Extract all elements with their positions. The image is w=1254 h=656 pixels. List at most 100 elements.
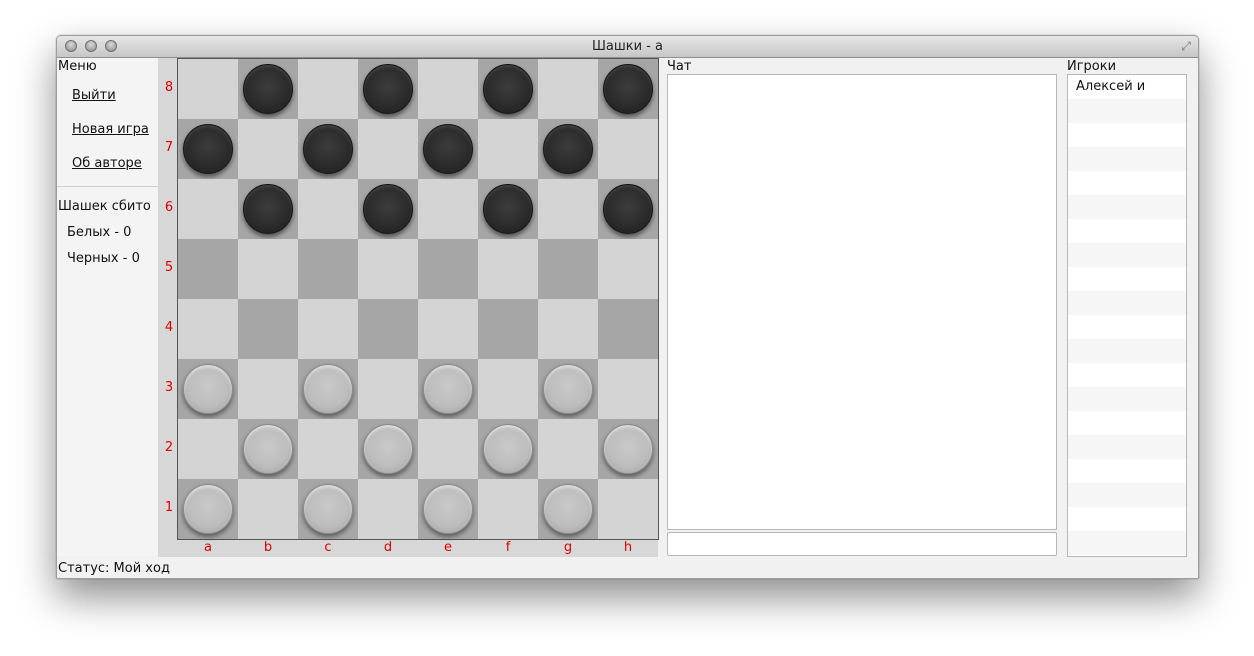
board-square-b2[interactable]: [238, 419, 298, 479]
board-square-h5[interactable]: [598, 239, 658, 299]
black-checker[interactable]: [183, 124, 233, 174]
board-square-g7[interactable]: [538, 119, 598, 179]
white-checker[interactable]: [303, 484, 353, 534]
board-square-b7[interactable]: [238, 119, 298, 179]
white-checker[interactable]: [243, 424, 293, 474]
board-square-b8[interactable]: [238, 59, 298, 119]
white-checker[interactable]: [483, 424, 533, 474]
board-square-g3[interactable]: [538, 359, 598, 419]
about-author-link[interactable]: Об авторе: [72, 156, 142, 171]
board-square-e7[interactable]: [418, 119, 478, 179]
player-row[interactable]: Алексей и: [1068, 75, 1186, 99]
board-square-c7[interactable]: [298, 119, 358, 179]
board-square-d8[interactable]: [358, 59, 418, 119]
black-checker[interactable]: [363, 184, 413, 234]
white-checker[interactable]: [303, 364, 353, 414]
board-square-f5[interactable]: [478, 239, 538, 299]
white-checker[interactable]: [543, 364, 593, 414]
chat-input[interactable]: [667, 532, 1057, 556]
checkers-board[interactable]: [177, 58, 659, 540]
exit-link[interactable]: Выйти: [72, 88, 116, 103]
board-square-b4[interactable]: [238, 299, 298, 359]
board-square-f6[interactable]: [478, 179, 538, 239]
black-checker[interactable]: [483, 184, 533, 234]
black-checker[interactable]: [543, 124, 593, 174]
board-square-d7[interactable]: [358, 119, 418, 179]
board-square-c6[interactable]: [298, 179, 358, 239]
board-square-a7[interactable]: [178, 119, 238, 179]
black-checker[interactable]: [483, 64, 533, 114]
board-square-h2[interactable]: [598, 419, 658, 479]
white-checker[interactable]: [423, 364, 473, 414]
board-square-c3[interactable]: [298, 359, 358, 419]
white-checker[interactable]: [363, 424, 413, 474]
white-checker[interactable]: [183, 484, 233, 534]
board-square-e6[interactable]: [418, 179, 478, 239]
new-game-link[interactable]: Новая игра: [72, 122, 149, 137]
board-square-d2[interactable]: [358, 419, 418, 479]
board-square-c2[interactable]: [298, 419, 358, 479]
board-square-e5[interactable]: [418, 239, 478, 299]
board-square-d3[interactable]: [358, 359, 418, 419]
board-square-f2[interactable]: [478, 419, 538, 479]
white-checker[interactable]: [183, 364, 233, 414]
black-checker[interactable]: [603, 184, 653, 234]
black-checker[interactable]: [303, 124, 353, 174]
black-checker[interactable]: [363, 64, 413, 114]
board-square-f3[interactable]: [478, 359, 538, 419]
board-square-d4[interactable]: [358, 299, 418, 359]
board-square-d6[interactable]: [358, 179, 418, 239]
captured-black: Черных - 0: [67, 251, 140, 266]
black-checker[interactable]: [423, 124, 473, 174]
board-square-c4[interactable]: [298, 299, 358, 359]
white-checker[interactable]: [423, 484, 473, 534]
board-square-b1[interactable]: [238, 479, 298, 539]
board-square-f1[interactable]: [478, 479, 538, 539]
board-square-e2[interactable]: [418, 419, 478, 479]
board-square-h6[interactable]: [598, 179, 658, 239]
board-square-h1[interactable]: [598, 479, 658, 539]
board-square-h4[interactable]: [598, 299, 658, 359]
board-square-b6[interactable]: [238, 179, 298, 239]
board-square-g2[interactable]: [538, 419, 598, 479]
player-row: [1068, 483, 1186, 507]
board-square-e1[interactable]: [418, 479, 478, 539]
black-checker[interactable]: [243, 184, 293, 234]
board-square-g5[interactable]: [538, 239, 598, 299]
board-square-g1[interactable]: [538, 479, 598, 539]
fullscreen-icon[interactable]: ⤢: [1179, 39, 1193, 53]
board-square-f7[interactable]: [478, 119, 538, 179]
board-square-e4[interactable]: [418, 299, 478, 359]
board-square-b5[interactable]: [238, 239, 298, 299]
board-square-d5[interactable]: [358, 239, 418, 299]
board-square-b3[interactable]: [238, 359, 298, 419]
file-label: e: [444, 540, 452, 555]
board-square-f8[interactable]: [478, 59, 538, 119]
board-square-h3[interactable]: [598, 359, 658, 419]
board-square-e3[interactable]: [418, 359, 478, 419]
board-square-h7[interactable]: [598, 119, 658, 179]
white-checker[interactable]: [603, 424, 653, 474]
black-checker[interactable]: [603, 64, 653, 114]
board-square-g4[interactable]: [538, 299, 598, 359]
white-checker[interactable]: [543, 484, 593, 534]
board-square-f4[interactable]: [478, 299, 538, 359]
file-label: a: [204, 540, 212, 555]
board-square-a8[interactable]: [178, 59, 238, 119]
players-list[interactable]: Алексей и: [1067, 74, 1187, 557]
board-square-a4[interactable]: [178, 299, 238, 359]
board-square-a5[interactable]: [178, 239, 238, 299]
board-square-a3[interactable]: [178, 359, 238, 419]
board-square-g6[interactable]: [538, 179, 598, 239]
board-square-h8[interactable]: [598, 59, 658, 119]
board-square-c8[interactable]: [298, 59, 358, 119]
board-square-a1[interactable]: [178, 479, 238, 539]
board-square-g8[interactable]: [538, 59, 598, 119]
black-checker[interactable]: [243, 64, 293, 114]
board-square-c1[interactable]: [298, 479, 358, 539]
board-square-a6[interactable]: [178, 179, 238, 239]
board-square-e8[interactable]: [418, 59, 478, 119]
board-square-d1[interactable]: [358, 479, 418, 539]
board-square-a2[interactable]: [178, 419, 238, 479]
board-square-c5[interactable]: [298, 239, 358, 299]
